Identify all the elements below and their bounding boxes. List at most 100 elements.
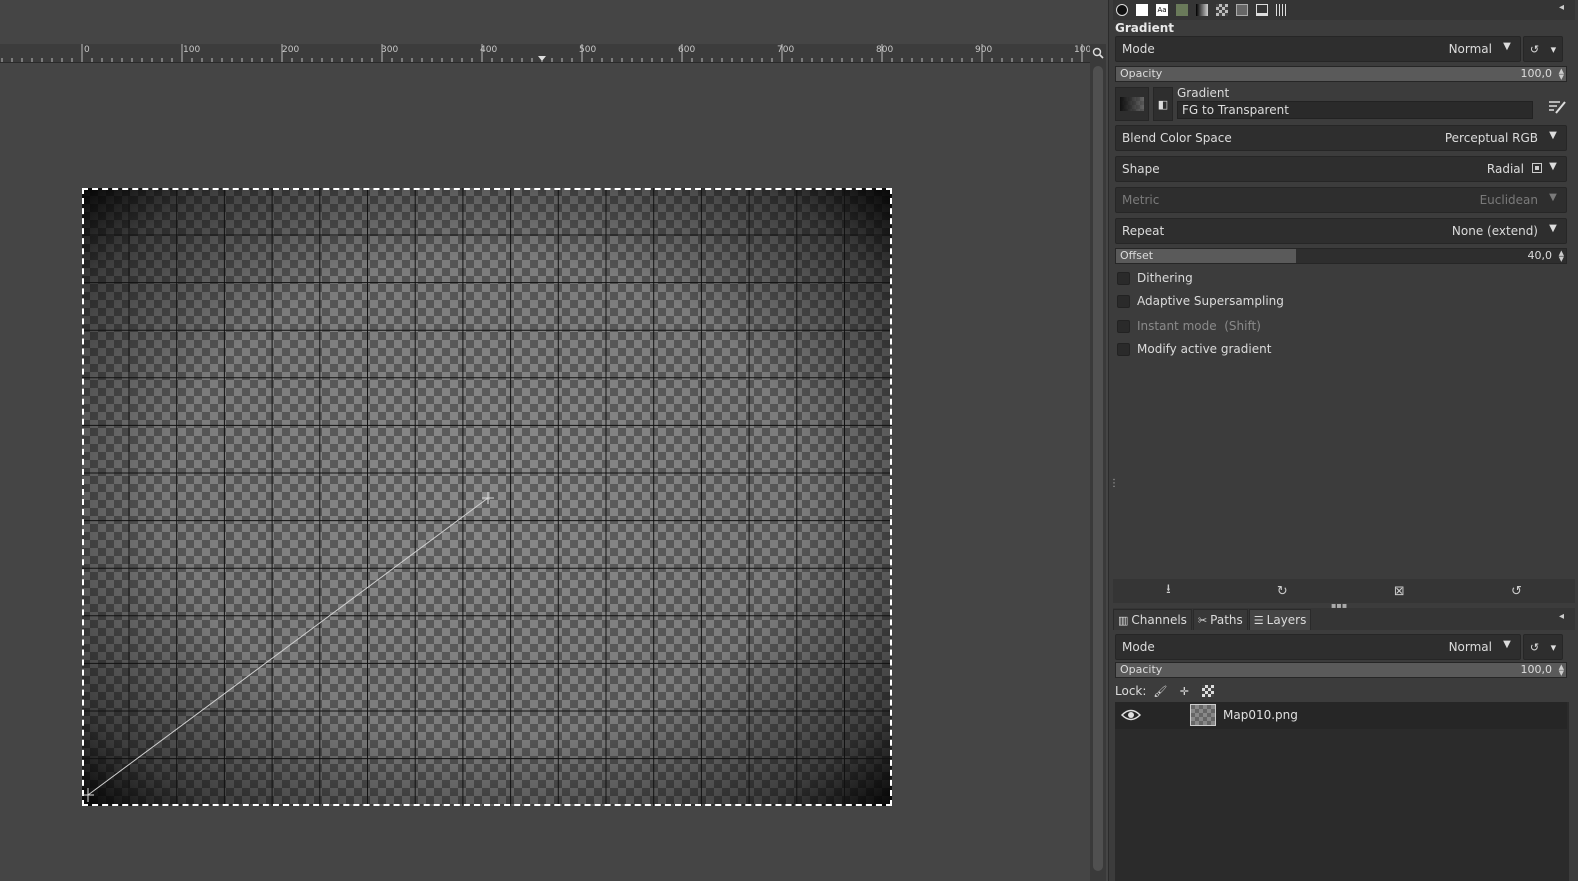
fonts-icon[interactable] xyxy=(1233,1,1251,19)
spin-arrows-icon[interactable]: ▲ ▼ xyxy=(1559,664,1564,677)
layer-mode-label: Mode xyxy=(1122,640,1155,654)
opacity-slider-fill xyxy=(1116,67,1566,81)
spin-arrows-icon[interactable]: ▲ ▼ xyxy=(1559,250,1564,263)
delete-options-icon[interactable]: ⊠ xyxy=(1394,584,1405,599)
ruler-label: 200 xyxy=(282,45,300,55)
layers-panel-menu-icon[interactable]: ◂ xyxy=(1559,611,1573,625)
reset-icon: ↺ xyxy=(1529,42,1540,56)
gradient-name-field[interactable]: FG to Transparent xyxy=(1177,101,1533,119)
chevron-down-icon: ▼ xyxy=(1549,192,1557,203)
instant-mode-label: Instant mode (Shift) xyxy=(1137,319,1261,333)
reverse-gradient-button[interactable]: ◧ xyxy=(1153,87,1173,121)
layer-opacity-slider[interactable]: Opacity 100,0 ▲ ▼ xyxy=(1115,662,1567,678)
opacity-slider[interactable]: Opacity 100,0 ▲ ▼ xyxy=(1115,66,1567,82)
gradient-start-handle[interactable] xyxy=(82,788,94,802)
lock-alpha-icon[interactable] xyxy=(1200,683,1216,699)
tab-paths[interactable]: ✂ Paths xyxy=(1192,609,1248,630)
chevron-down-icon: ▼ xyxy=(1549,130,1557,141)
adaptive-supersampling-checkbox[interactable]: Adaptive Supersampling xyxy=(1117,292,1284,310)
tab-channels[interactable]: ▥ Channels xyxy=(1113,609,1192,630)
chevron-down-icon: ▾ xyxy=(1550,42,1557,56)
layers-dock-tabs: ▥ Channels ✂ Paths ☰ Layers xyxy=(1113,608,1575,630)
document-icon[interactable] xyxy=(1253,1,1271,19)
reset-options-icon[interactable]: ↺ xyxy=(1511,584,1522,599)
grid-icon[interactable] xyxy=(1273,1,1291,19)
image-canvas[interactable] xyxy=(82,188,892,806)
checkbox-box[interactable] xyxy=(1117,319,1130,333)
spin-arrows-icon[interactable]: ▲ ▼ xyxy=(1559,68,1564,81)
text-icon[interactable]: Aa xyxy=(1153,1,1171,19)
gradient-preview-button[interactable] xyxy=(1115,87,1149,121)
vertical-scrollbar[interactable] xyxy=(1090,62,1106,881)
gradient-line[interactable] xyxy=(82,188,892,806)
opacity-label: Opacity xyxy=(1120,67,1163,80)
mode-reset-button[interactable]: ↺ ▾ xyxy=(1523,36,1563,62)
panel-menu-icon[interactable]: ◂ xyxy=(1559,2,1573,16)
tab-paths-label: Paths xyxy=(1210,613,1243,627)
offset-slider[interactable]: Offset 40,0 ▲ ▼ xyxy=(1115,248,1567,264)
scrollbar-thumb[interactable] xyxy=(1093,66,1103,871)
blend-color-space-label: Blend Color Space xyxy=(1122,131,1232,145)
gradient-end-handle[interactable] xyxy=(482,492,494,504)
edit-gradient-icon[interactable] xyxy=(1547,97,1567,117)
lock-position-icon[interactable]: ✛ xyxy=(1176,683,1192,699)
blend-color-space-value: Perceptual RGB xyxy=(1444,131,1538,145)
dithering-checkbox[interactable]: Dithering xyxy=(1117,269,1193,287)
dock-separator[interactable]: ▪▪▪ xyxy=(1331,602,1351,610)
shape-value: Radial xyxy=(1486,162,1524,176)
channels-icon: ▥ xyxy=(1118,613,1129,627)
paintbrush-icon[interactable] xyxy=(1113,1,1131,19)
lock-label: Lock: xyxy=(1115,684,1147,698)
layer-mode-value: Normal xyxy=(1448,640,1492,654)
layer-mode-reset-button[interactable]: ↺ ▾ xyxy=(1523,634,1563,660)
horizontal-ruler[interactable]: 0 100 200 300 400 500 600 700 800 900 10… xyxy=(0,44,1091,63)
repeat-dropdown[interactable]: Repeat None (extend) ▼ xyxy=(1115,218,1567,244)
blend-color-space-dropdown[interactable]: Blend Color Space Perceptual RGB ▼ xyxy=(1115,125,1567,151)
mode-value: Normal xyxy=(1448,42,1492,56)
save-options-icon[interactable]: ⭳ xyxy=(1166,580,1171,602)
tab-layers[interactable]: ☰ Layers xyxy=(1248,609,1312,630)
ruler-label: 100 xyxy=(183,45,201,55)
ruler-label: 700 xyxy=(777,45,795,55)
checkbox-box[interactable] xyxy=(1117,271,1130,285)
layer-row[interactable]: Map010.png xyxy=(1115,702,1567,729)
chevron-down-icon: ▼ xyxy=(1549,223,1557,234)
metric-label: Metric xyxy=(1122,193,1160,207)
restore-options-icon[interactable]: ↻ xyxy=(1277,584,1288,599)
paths-icon: ✂ xyxy=(1197,613,1208,627)
tool-options-title: Gradient xyxy=(1115,21,1174,35)
zoom-icon[interactable] xyxy=(1090,44,1106,62)
layer-mode-dropdown[interactable]: Mode Normal ▼ xyxy=(1115,634,1521,660)
patterns-icon[interactable] xyxy=(1213,1,1231,19)
panel-resize-handle[interactable]: ⋮ xyxy=(1109,478,1119,498)
layer-thumbnail xyxy=(1190,704,1216,726)
checkbox-box[interactable] xyxy=(1117,294,1130,308)
eye-icon[interactable] xyxy=(1121,708,1141,722)
layers-icon: ☰ xyxy=(1253,613,1264,627)
image-icon[interactable] xyxy=(1173,1,1191,19)
tab-channels-label: Channels xyxy=(1131,613,1187,627)
tool-options-tabs: Aa xyxy=(1113,0,1575,20)
offset-label: Offset xyxy=(1120,249,1154,262)
canvas-area: 0 100 200 300 400 500 600 700 800 900 10… xyxy=(0,0,1108,881)
lock-pixels-icon[interactable]: 🖌︎ xyxy=(1152,683,1168,699)
layer-name[interactable]: Map010.png xyxy=(1223,708,1298,722)
mode-label: Mode xyxy=(1122,42,1155,56)
modify-active-gradient-checkbox[interactable]: Modify active gradient xyxy=(1117,340,1271,358)
ruler-label: 400 xyxy=(480,45,498,55)
repeat-label: Repeat xyxy=(1122,224,1165,238)
ruler-label: 300 xyxy=(381,45,399,55)
ruler-label: 500 xyxy=(579,45,597,55)
instant-mode-checkbox[interactable]: Instant mode (Shift) xyxy=(1117,317,1261,335)
checkbox-box[interactable] xyxy=(1117,342,1130,356)
ruler-label: 0 xyxy=(84,45,90,55)
repeat-value: None (extend) xyxy=(1451,224,1538,238)
metric-value: Euclidean xyxy=(1479,193,1538,207)
mode-dropdown[interactable]: Mode Normal ▼ xyxy=(1115,36,1521,62)
ruler-label: 600 xyxy=(678,45,696,55)
gradient-icon[interactable] xyxy=(1193,1,1211,19)
ruler-label: 800 xyxy=(876,45,894,55)
white-swatch-icon[interactable] xyxy=(1133,1,1151,19)
shape-dropdown[interactable]: Shape Radial ▼ xyxy=(1115,156,1567,182)
lock-row: Lock: 🖌︎ ✛ xyxy=(1115,682,1224,700)
